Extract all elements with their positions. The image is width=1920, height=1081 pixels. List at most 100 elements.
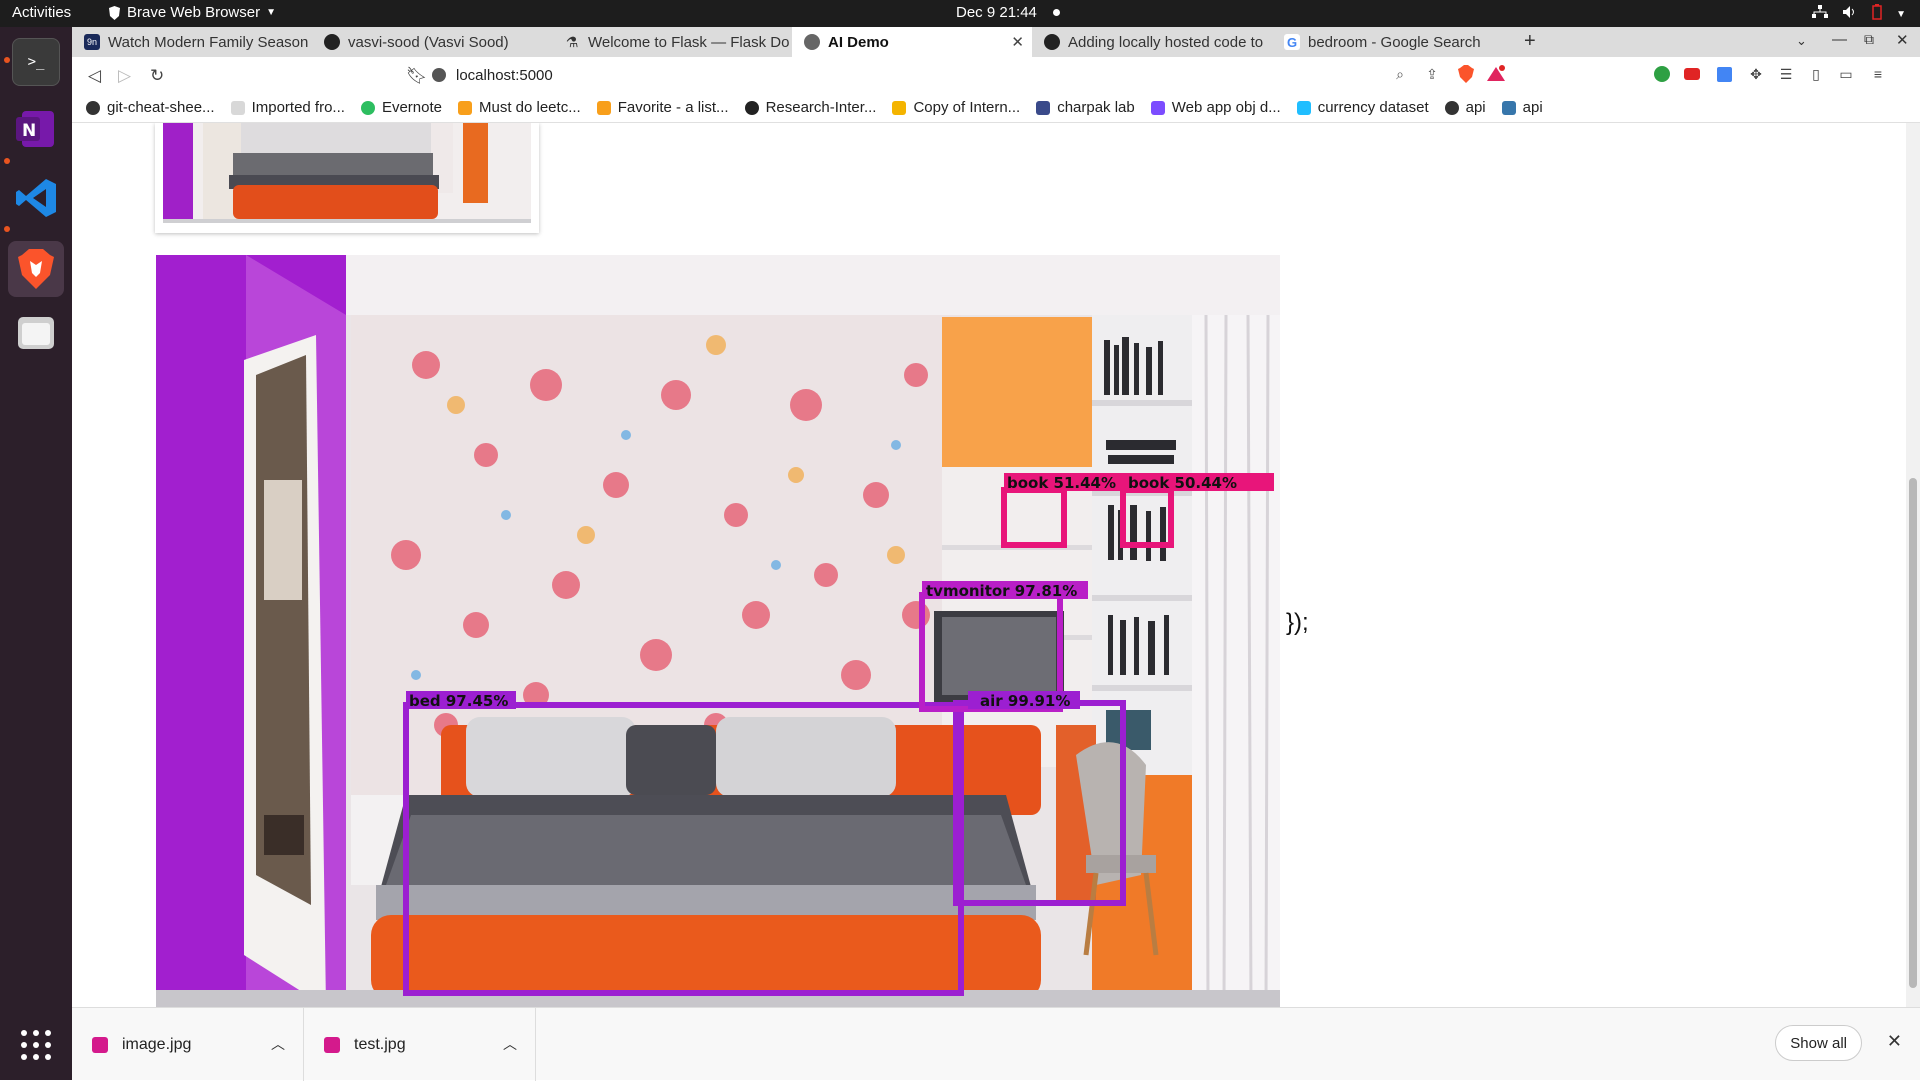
bookmark-item[interactable]: Must do leetc...	[457, 99, 581, 116]
bookmark-item[interactable]: api	[1501, 99, 1543, 116]
uploaded-image-thumbnail	[155, 123, 539, 233]
new-tab-button[interactable]: +	[1524, 30, 1536, 53]
zoom-icon[interactable]: ⌕	[1390, 64, 1410, 84]
page-scrollbar[interactable]	[1906, 123, 1920, 1007]
site-info-icon[interactable]	[432, 68, 446, 82]
app-menu[interactable]: Brave Web Browser ▼	[108, 4, 276, 21]
tab-google-search[interactable]: G bedroom - Google Search	[1272, 27, 1512, 57]
brave-lion-icon	[109, 5, 120, 20]
wallet-icon[interactable]: ▭	[1836, 64, 1856, 84]
tab-label: vasvi-sood (Vasvi Sood)	[348, 33, 509, 51]
system-tray[interactable]: ▼	[1812, 4, 1906, 24]
brave-shields-icon[interactable]	[1456, 64, 1476, 84]
close-icon[interactable]: ✕	[1887, 1031, 1902, 1052]
brave-rewards-icon[interactable]	[1486, 64, 1506, 84]
close-icon[interactable]: ✕	[1011, 33, 1024, 51]
bookmark-item[interactable]: Web app obj d...	[1150, 99, 1281, 116]
bbox-label-book-1: book 51.44%	[1007, 474, 1116, 492]
tab-github-profile[interactable]: vasvi-sood (Vasvi Sood)	[312, 27, 552, 57]
files-launcher[interactable]	[12, 309, 60, 357]
tab-ai-demo[interactable]: AI Demo ✕	[792, 27, 1032, 57]
tab-adding-code[interactable]: Adding locally hosted code to	[1032, 27, 1272, 57]
share-icon[interactable]: ⇪	[1422, 64, 1442, 84]
close-window-button[interactable]: ✕	[1896, 31, 1909, 49]
site-favicon-icon: 9n	[84, 34, 100, 50]
chevron-up-icon[interactable]: ︿	[271, 1034, 285, 1054]
navigation-toolbar: ◁ ▷ ↻ 🔖︎ localhost:5000 ⌕ ⇪ ✥ ☰ ▯ ▭ ≡	[72, 57, 1920, 93]
github-icon	[744, 100, 759, 115]
bookmark-item[interactable]: Research-Inter...	[744, 99, 876, 116]
download-item[interactable]: image.jpg ︿	[72, 1008, 304, 1081]
reload-button[interactable]: ↻	[150, 66, 164, 86]
system-top-bar: Activities Brave Web Browser ▼ Dec 9 21:…	[0, 0, 1920, 27]
page-content: bed 97.45% air 99.91% tvmonitor 97.81% b…	[72, 123, 1920, 1007]
chevron-up-icon[interactable]: ︿	[503, 1034, 517, 1054]
slides-icon	[892, 100, 907, 115]
main-menu-icon[interactable]: ≡	[1868, 64, 1888, 84]
tab-modern-family[interactable]: 9n Watch Modern Family Season	[72, 27, 312, 57]
tab-flask[interactable]: ⚗ Welcome to Flask — Flask Do	[552, 27, 792, 57]
extension-green-icon[interactable]	[1652, 64, 1672, 84]
image-file-icon	[324, 1036, 340, 1053]
show-apps-button[interactable]	[12, 1021, 60, 1069]
tab-label: Watch Modern Family Season	[108, 33, 309, 51]
reading-list-icon[interactable]: ☰	[1776, 64, 1796, 84]
scrollbar-thumb[interactable]	[1909, 478, 1917, 988]
download-item[interactable]: test.jpg ︿	[304, 1008, 536, 1081]
activities-button[interactable]: Activities	[12, 4, 71, 21]
tab-label: bedroom - Google Search	[1308, 33, 1481, 51]
bbox-label-bed: bed 97.45%	[409, 692, 508, 710]
clock[interactable]: Dec 9 21:44	[956, 4, 1060, 21]
show-all-downloads-button[interactable]: Show all	[1775, 1025, 1862, 1061]
tab-label: Adding locally hosted code to	[1068, 33, 1264, 51]
bookmark-item[interactable]: charpak lab	[1036, 99, 1135, 116]
github-icon	[324, 34, 340, 50]
minimize-button[interactable]: —	[1832, 31, 1847, 48]
tab-strip: 9n Watch Modern Family Season vasvi-sood…	[72, 27, 1920, 57]
app-menu-label: Brave Web Browser	[127, 4, 261, 21]
back-button[interactable]: ◁	[88, 66, 101, 86]
onenote-launcher[interactable]: N	[12, 105, 60, 153]
leetcode-icon	[596, 100, 611, 115]
chevron-down-icon: ▼	[266, 7, 277, 18]
downloads-bar: image.jpg ︿ test.jpg ︿ Show all ✕	[72, 1007, 1920, 1081]
google-icon: G	[1284, 34, 1300, 50]
bookmark-item[interactable]: Copy of Intern...	[892, 99, 1020, 116]
vscode-launcher[interactable]	[12, 174, 60, 222]
bookmark-item[interactable]: currency dataset	[1296, 99, 1429, 116]
youtube-extension-icon[interactable]	[1682, 64, 1702, 84]
bookmark-page-icon[interactable]: 🔖︎	[406, 66, 428, 86]
forward-button[interactable]: ▷	[118, 66, 131, 86]
bookmark-label: currency dataset	[1317, 99, 1429, 116]
onenote-icon: N	[16, 111, 54, 147]
clock-text: Dec 9 21:44	[956, 4, 1037, 21]
dock: >_ N	[0, 27, 72, 1080]
globe-icon	[804, 34, 820, 50]
bookmark-item[interactable]: Evernote	[360, 99, 442, 116]
python-icon	[1501, 100, 1516, 115]
running-indicator	[4, 158, 10, 164]
tab-search-chevron-icon[interactable]: ⌄	[1796, 33, 1807, 49]
bookmark-label: api	[1465, 99, 1486, 116]
image-file-icon	[92, 1036, 108, 1053]
charpak-icon	[1036, 100, 1051, 115]
bookmark-item[interactable]: git-cheat-shee...	[86, 99, 215, 116]
github-icon	[1044, 34, 1060, 50]
running-indicator	[4, 57, 10, 63]
sidebar-toggle-icon[interactable]: ▯	[1806, 64, 1826, 84]
brave-launcher[interactable]	[8, 241, 64, 297]
bookmark-label: Favorite - a list...	[617, 99, 729, 116]
notification-dot-icon	[1052, 9, 1060, 16]
restore-button[interactable]: ⧉	[1864, 31, 1874, 48]
running-indicator	[4, 226, 10, 232]
web-app-icon	[1150, 100, 1165, 115]
bookmark-item[interactable]: Imported fro...	[230, 99, 345, 116]
brave-icon	[18, 249, 54, 289]
bookmark-item[interactable]: api	[1444, 99, 1486, 116]
extensions-puzzle-icon[interactable]: ✥	[1746, 64, 1766, 84]
address-bar[interactable]: localhost:5000	[432, 60, 1482, 90]
evernote-icon	[360, 100, 375, 115]
terminal-launcher[interactable]: >_	[12, 38, 60, 86]
translate-extension-icon[interactable]	[1714, 64, 1734, 84]
bookmark-item[interactable]: Favorite - a list...	[596, 99, 729, 116]
